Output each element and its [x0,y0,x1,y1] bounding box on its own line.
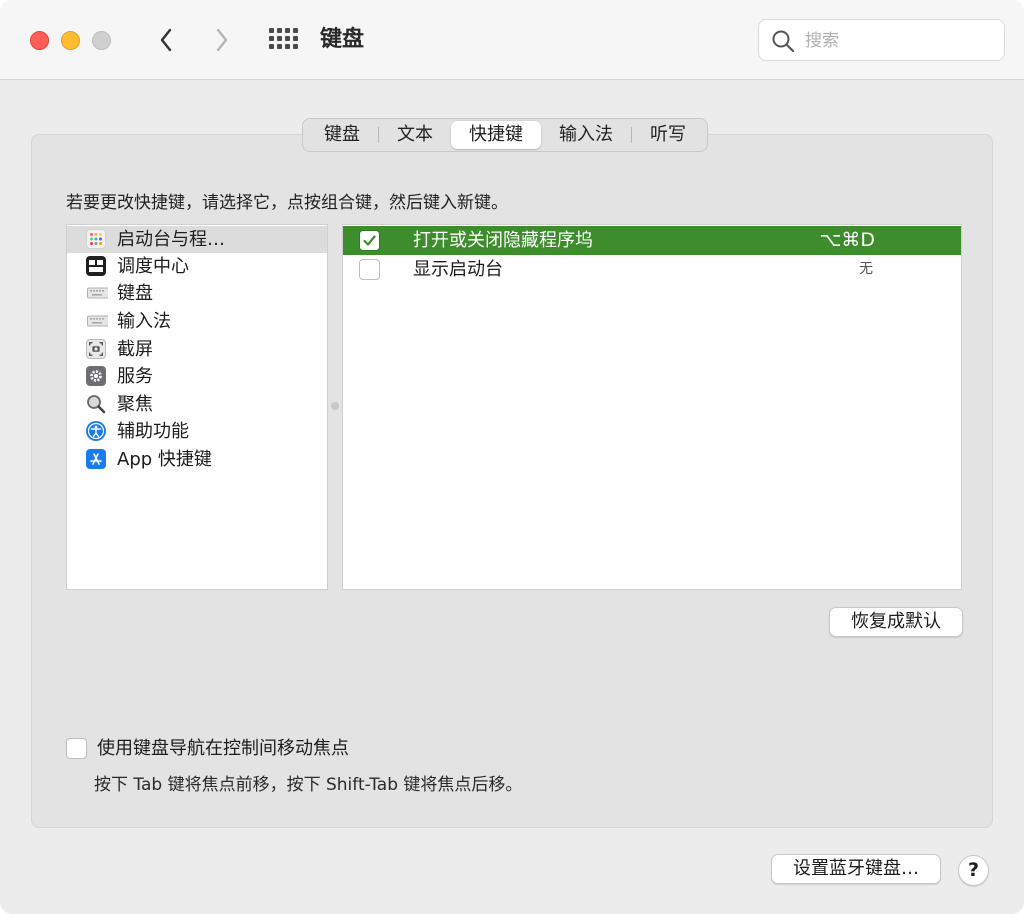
window-title: 键盘 [320,27,365,52]
split-view-divider-handle[interactable] [331,402,339,410]
keyboard-navigation-label[interactable]: 使用键盘导航在控制间移动焦点 [97,735,349,762]
chevron-left-icon [160,28,172,52]
accessibility-icon [86,421,106,441]
minimize-window-button[interactable] [61,31,80,50]
shortcut-enabled-checkbox[interactable] [359,259,380,280]
app-store-icon [86,449,106,469]
category-item-launchpad[interactable]: 启动台与程… [67,226,327,253]
category-item-services[interactable]: 服务 [67,363,327,390]
zoom-window-button[interactable] [92,31,111,50]
shortcut-list[interactable]: 打开或关闭隐藏程序坞 ⌥⌘D 显示启动台 无 [342,224,962,590]
category-label: 辅助功能 [117,421,189,442]
checkmark-icon [363,235,376,246]
restore-defaults-button[interactable]: 恢复成默认 [829,607,963,637]
launchpad-icon [86,229,106,249]
forward-button[interactable] [207,24,237,56]
keyboard-navigation-checkbox[interactable] [66,738,87,759]
tab-bar: 键盘 文本 快捷键 输入法 听写 [302,118,708,152]
instruction-text: 若要更改快捷键，请选择它，点按组合键，然后键入新键。 [66,193,508,213]
category-item-accessibility[interactable]: 辅助功能 [67,418,327,445]
spotlight-icon [86,394,106,414]
category-label: 启动台与程… [117,229,225,250]
search-icon [772,30,795,53]
tab-keyboard[interactable]: 键盘 [306,121,378,149]
search-input[interactable] [805,28,995,54]
category-label: 服务 [117,366,153,387]
tab-shortcuts[interactable]: 快捷键 [451,121,541,149]
show-all-grid-button[interactable] [269,28,299,52]
category-label: 聚焦 [117,394,153,415]
shortcut-category-list[interactable]: 启动台与程… 调度中心 键盘 输入法 截屏 服务 聚焦 辅助功能 App 快捷键 [66,224,328,590]
tab-text[interactable]: 文本 [379,121,451,149]
category-item-keyboard[interactable]: 键盘 [67,280,327,307]
shortcut-enabled-checkbox[interactable] [359,230,380,251]
category-label: 截屏 [117,339,153,360]
category-label: 调度中心 [117,256,189,277]
shortcut-row[interactable]: 显示启动台 无 [343,255,961,284]
system-preferences-window: 键盘 键盘 文本 快捷键 输入法 听写 若要更改快捷键，请选择它，点按组合键，然… [0,0,1024,914]
mission-control-icon [86,256,106,276]
keyboard-navigation-hint: 按下 Tab 键将焦点前移，按下 Shift-Tab 键将焦点后移。 [94,775,523,795]
tab-dictation[interactable]: 听写 [632,121,704,149]
input-method-icon [86,311,109,331]
category-label: 输入法 [117,311,171,332]
shortcut-name: 显示启动台 [413,259,503,280]
keyboard-icon [86,283,109,303]
category-item-input-sources[interactable]: 输入法 [67,308,327,335]
help-button[interactable]: ? [958,855,989,886]
back-button[interactable] [151,24,181,56]
chevron-right-icon [216,28,228,52]
setup-bluetooth-keyboard-button[interactable]: 设置蓝牙键盘… [771,854,941,884]
shortcut-name: 打开或关闭隐藏程序坞 [413,230,593,251]
category-label: App 快捷键 [117,449,212,470]
shortcut-key-combo[interactable]: ⌥⌘D [819,227,875,254]
category-item-app-shortcuts[interactable]: App 快捷键 [67,446,327,473]
shortcut-row[interactable]: 打开或关闭隐藏程序坞 ⌥⌘D [343,226,961,255]
shortcut-key-combo[interactable]: 无 [859,256,873,283]
close-window-button[interactable] [30,31,49,50]
search-box[interactable] [758,19,1005,61]
screenshot-icon [86,339,106,359]
services-gear-icon [86,366,106,386]
title-bar: 键盘 [0,0,1024,80]
tab-input-sources[interactable]: 输入法 [541,121,631,149]
category-item-spotlight[interactable]: 聚焦 [67,391,327,418]
category-item-mission-control[interactable]: 调度中心 [67,253,327,280]
category-label: 键盘 [117,283,153,304]
category-item-screenshots[interactable]: 截屏 [67,336,327,363]
